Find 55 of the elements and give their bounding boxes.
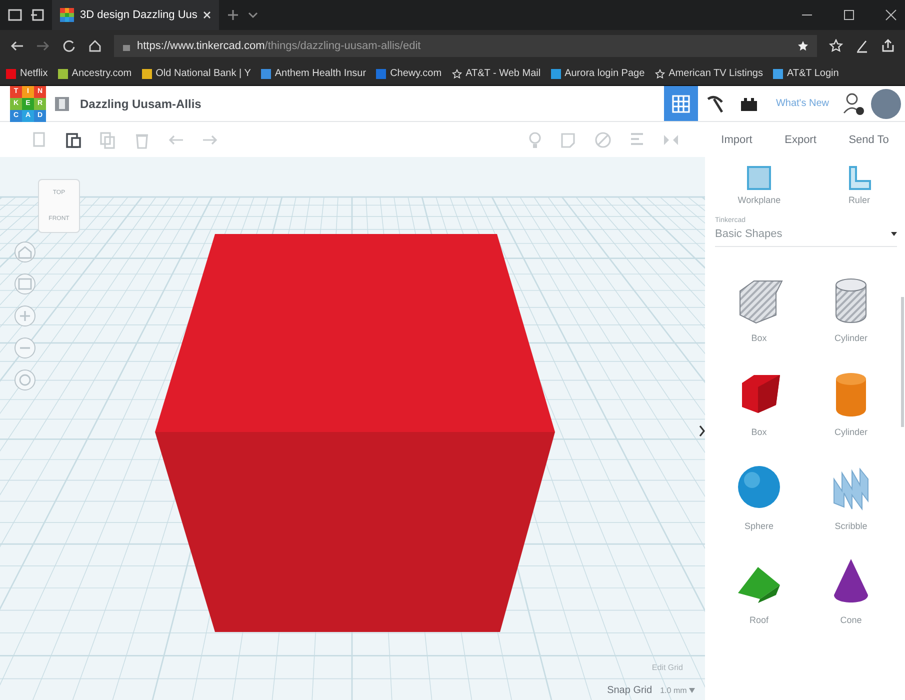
tinkercad-favicon-icon [60,8,74,22]
share-icon[interactable] [881,39,895,53]
shape-label: Scribble [834,521,868,531]
workplane-icon [746,165,772,191]
toolbar-button[interactable]: Import [719,130,754,150]
scrollbar[interactable] [901,297,904,427]
address-bar[interactable]: https://www.tinkercad.com/things/dazzling-uusam-allis/edit [114,35,817,57]
pickaxe-icon [704,94,725,114]
cube-drawing[interactable] [155,234,555,632]
new-tab-icon[interactable] [227,9,240,21]
maximize-icon[interactable] [843,9,855,21]
toolbar-button[interactable]: Export [782,130,818,150]
shape-label: Cylinder [834,333,868,343]
bookmark[interactable]: Old National Bank | Y [142,68,251,79]
toolbar-button[interactable]: Send To [846,130,891,150]
shape-label: Box [751,427,767,437]
design-name[interactable]: Dazzling Uusam-Allis [80,96,202,110]
star-icon [654,68,665,78]
shape-label: Box [751,333,767,343]
shape-label: Roof [749,615,768,625]
star-icon [452,68,462,78]
bookmark[interactable]: Anthem Health Insur [260,68,366,79]
caret-icon [891,231,897,237]
browser-tab[interactable]: 3D design Dazzling Uus [52,0,220,30]
shape-label: Cylinder [834,427,868,437]
user-add-icon[interactable] [843,92,865,116]
design-icon[interactable] [54,96,70,112]
shape-label: Cone [840,615,862,625]
bookmark[interactable]: American TV Listings [654,68,763,79]
tab-actions-icon[interactable] [8,8,22,22]
url-text: https://www.tinkercad.com/things/dazzling-uusam-allis/edit [137,40,421,52]
shape-label: Sphere [744,521,774,531]
favorites-icon[interactable] [829,39,843,53]
grid-icon [672,94,690,112]
snap-grid-label: Snap Grid [607,685,652,696]
bookmark[interactable]: Chewy.com [376,68,442,79]
collapse-panel-icon[interactable] [699,425,705,437]
refresh-icon[interactable] [62,39,76,53]
forward-icon[interactable] [36,39,50,53]
user-avatar[interactable] [871,88,901,118]
close-icon[interactable] [203,11,212,19]
close-window-icon[interactable] [885,9,897,21]
star-icon[interactable] [797,40,809,52]
ruler-icon [846,165,872,191]
bricks-icon [740,96,758,110]
tab-back-icon[interactable] [30,8,44,22]
caret-icon [689,688,695,693]
bookmark[interactable]: Ancestry.com [58,68,132,79]
bookmark[interactable]: Aurora login Page [550,68,645,79]
home-icon[interactable] [88,39,102,53]
pen-icon[interactable] [855,39,869,53]
bookmark[interactable]: AT&T Login [772,68,839,79]
back-icon[interactable] [10,39,24,53]
bookmark[interactable]: Netflix [6,68,48,79]
bookmark[interactable]: AT&T - Web Mail [452,68,541,79]
